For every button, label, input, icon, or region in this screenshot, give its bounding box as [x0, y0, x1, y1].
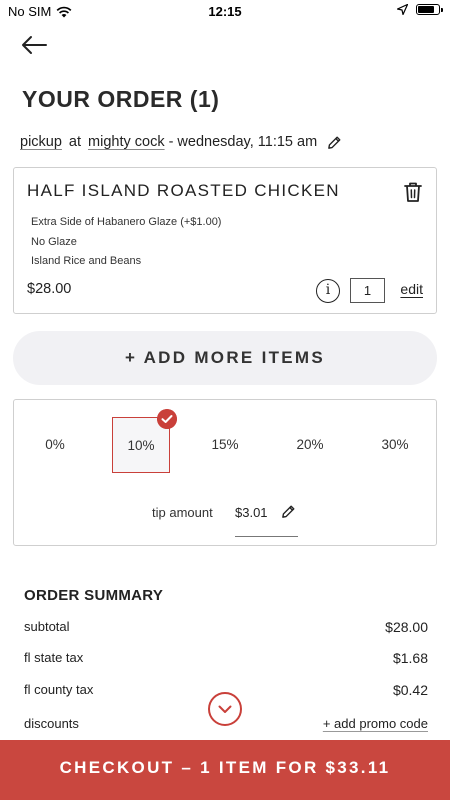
tip-option-20[interactable]: 20% [281, 417, 339, 473]
tip-option-15[interactable]: 15% [196, 417, 254, 473]
modifier-line: No Glaze [31, 235, 77, 248]
pencil-icon[interactable] [281, 504, 296, 519]
tip-amount-value[interactable]: $3.01 [235, 505, 268, 520]
location-link[interactable]: mighty cock [88, 134, 165, 150]
status-time: 12:15 [208, 4, 242, 19]
item-name: HALF ISLAND ROASTED CHICKEN [27, 181, 340, 200]
discounts-label: discounts [24, 716, 79, 731]
modifier-line: Extra Side of Habanero Glaze (+$1.00) [31, 216, 222, 228]
summary-label: fl state tax [24, 650, 84, 665]
add-more-items-button[interactable]: + ADD MORE ITEMS [13, 331, 437, 385]
checkmark-icon [157, 409, 177, 429]
summary-value: $28.00 [385, 619, 428, 635]
summary-label: fl county tax [24, 682, 94, 697]
modifier-line: Island Rice and Beans [31, 255, 142, 267]
summary-row-subtotal: subtotal $28.00 [24, 619, 428, 635]
trash-icon[interactable] [403, 181, 423, 203]
tip-option-label: 10% [127, 438, 155, 453]
order-details-line: pickup at mighty cock - wednesday, 11:15… [20, 134, 342, 150]
pencil-icon[interactable] [327, 135, 342, 150]
quantity-field[interactable]: 1 [350, 278, 385, 303]
status-bar: No SIM 12:15 [0, 0, 450, 22]
order-item-card: HALF ISLAND ROASTED CHICKEN Extra Side o… [13, 167, 437, 314]
location-arrow-icon [397, 4, 408, 15]
tip-amount-underline [235, 536, 298, 537]
item-price: $28.00 [27, 281, 72, 297]
item-modifiers: Extra Side of Habanero Glaze (+$1.00) No… [31, 213, 221, 272]
back-arrow-icon[interactable] [20, 34, 48, 56]
summary-row-state-tax: fl state tax $1.68 [24, 650, 428, 666]
tip-option-0[interactable]: 0% [26, 417, 84, 473]
summary-value: $0.42 [392, 682, 428, 698]
tip-option-30[interactable]: 30% [366, 417, 424, 473]
tip-amount-label: tip amount [152, 505, 213, 520]
add-promo-code-link[interactable]: + add promo code [323, 716, 428, 731]
summary-value: $1.68 [392, 650, 428, 666]
summary-label: subtotal [24, 619, 70, 634]
tip-selector: 0% 10% 15% 20% 30% tip amount $3.01 [13, 399, 437, 546]
battery-icon [416, 4, 443, 15]
info-icon[interactable]: i [316, 279, 340, 303]
edit-item-link[interactable]: edit [400, 281, 423, 297]
order-summary-title: ORDER SUMMARY [24, 587, 164, 604]
order-mode-link[interactable]: pickup [20, 134, 62, 150]
tip-option-10[interactable]: 10% [112, 409, 177, 473]
at-label: at [68, 134, 82, 150]
chevron-down-icon[interactable] [208, 692, 242, 726]
pickup-time: - wednesday, 11:15 am [168, 134, 318, 150]
battery-level [418, 6, 435, 13]
page-title: YOUR ORDER (1) [22, 86, 220, 112]
checkout-button[interactable]: CHECKOUT – 1 ITEM FOR $33.11 [0, 740, 450, 800]
